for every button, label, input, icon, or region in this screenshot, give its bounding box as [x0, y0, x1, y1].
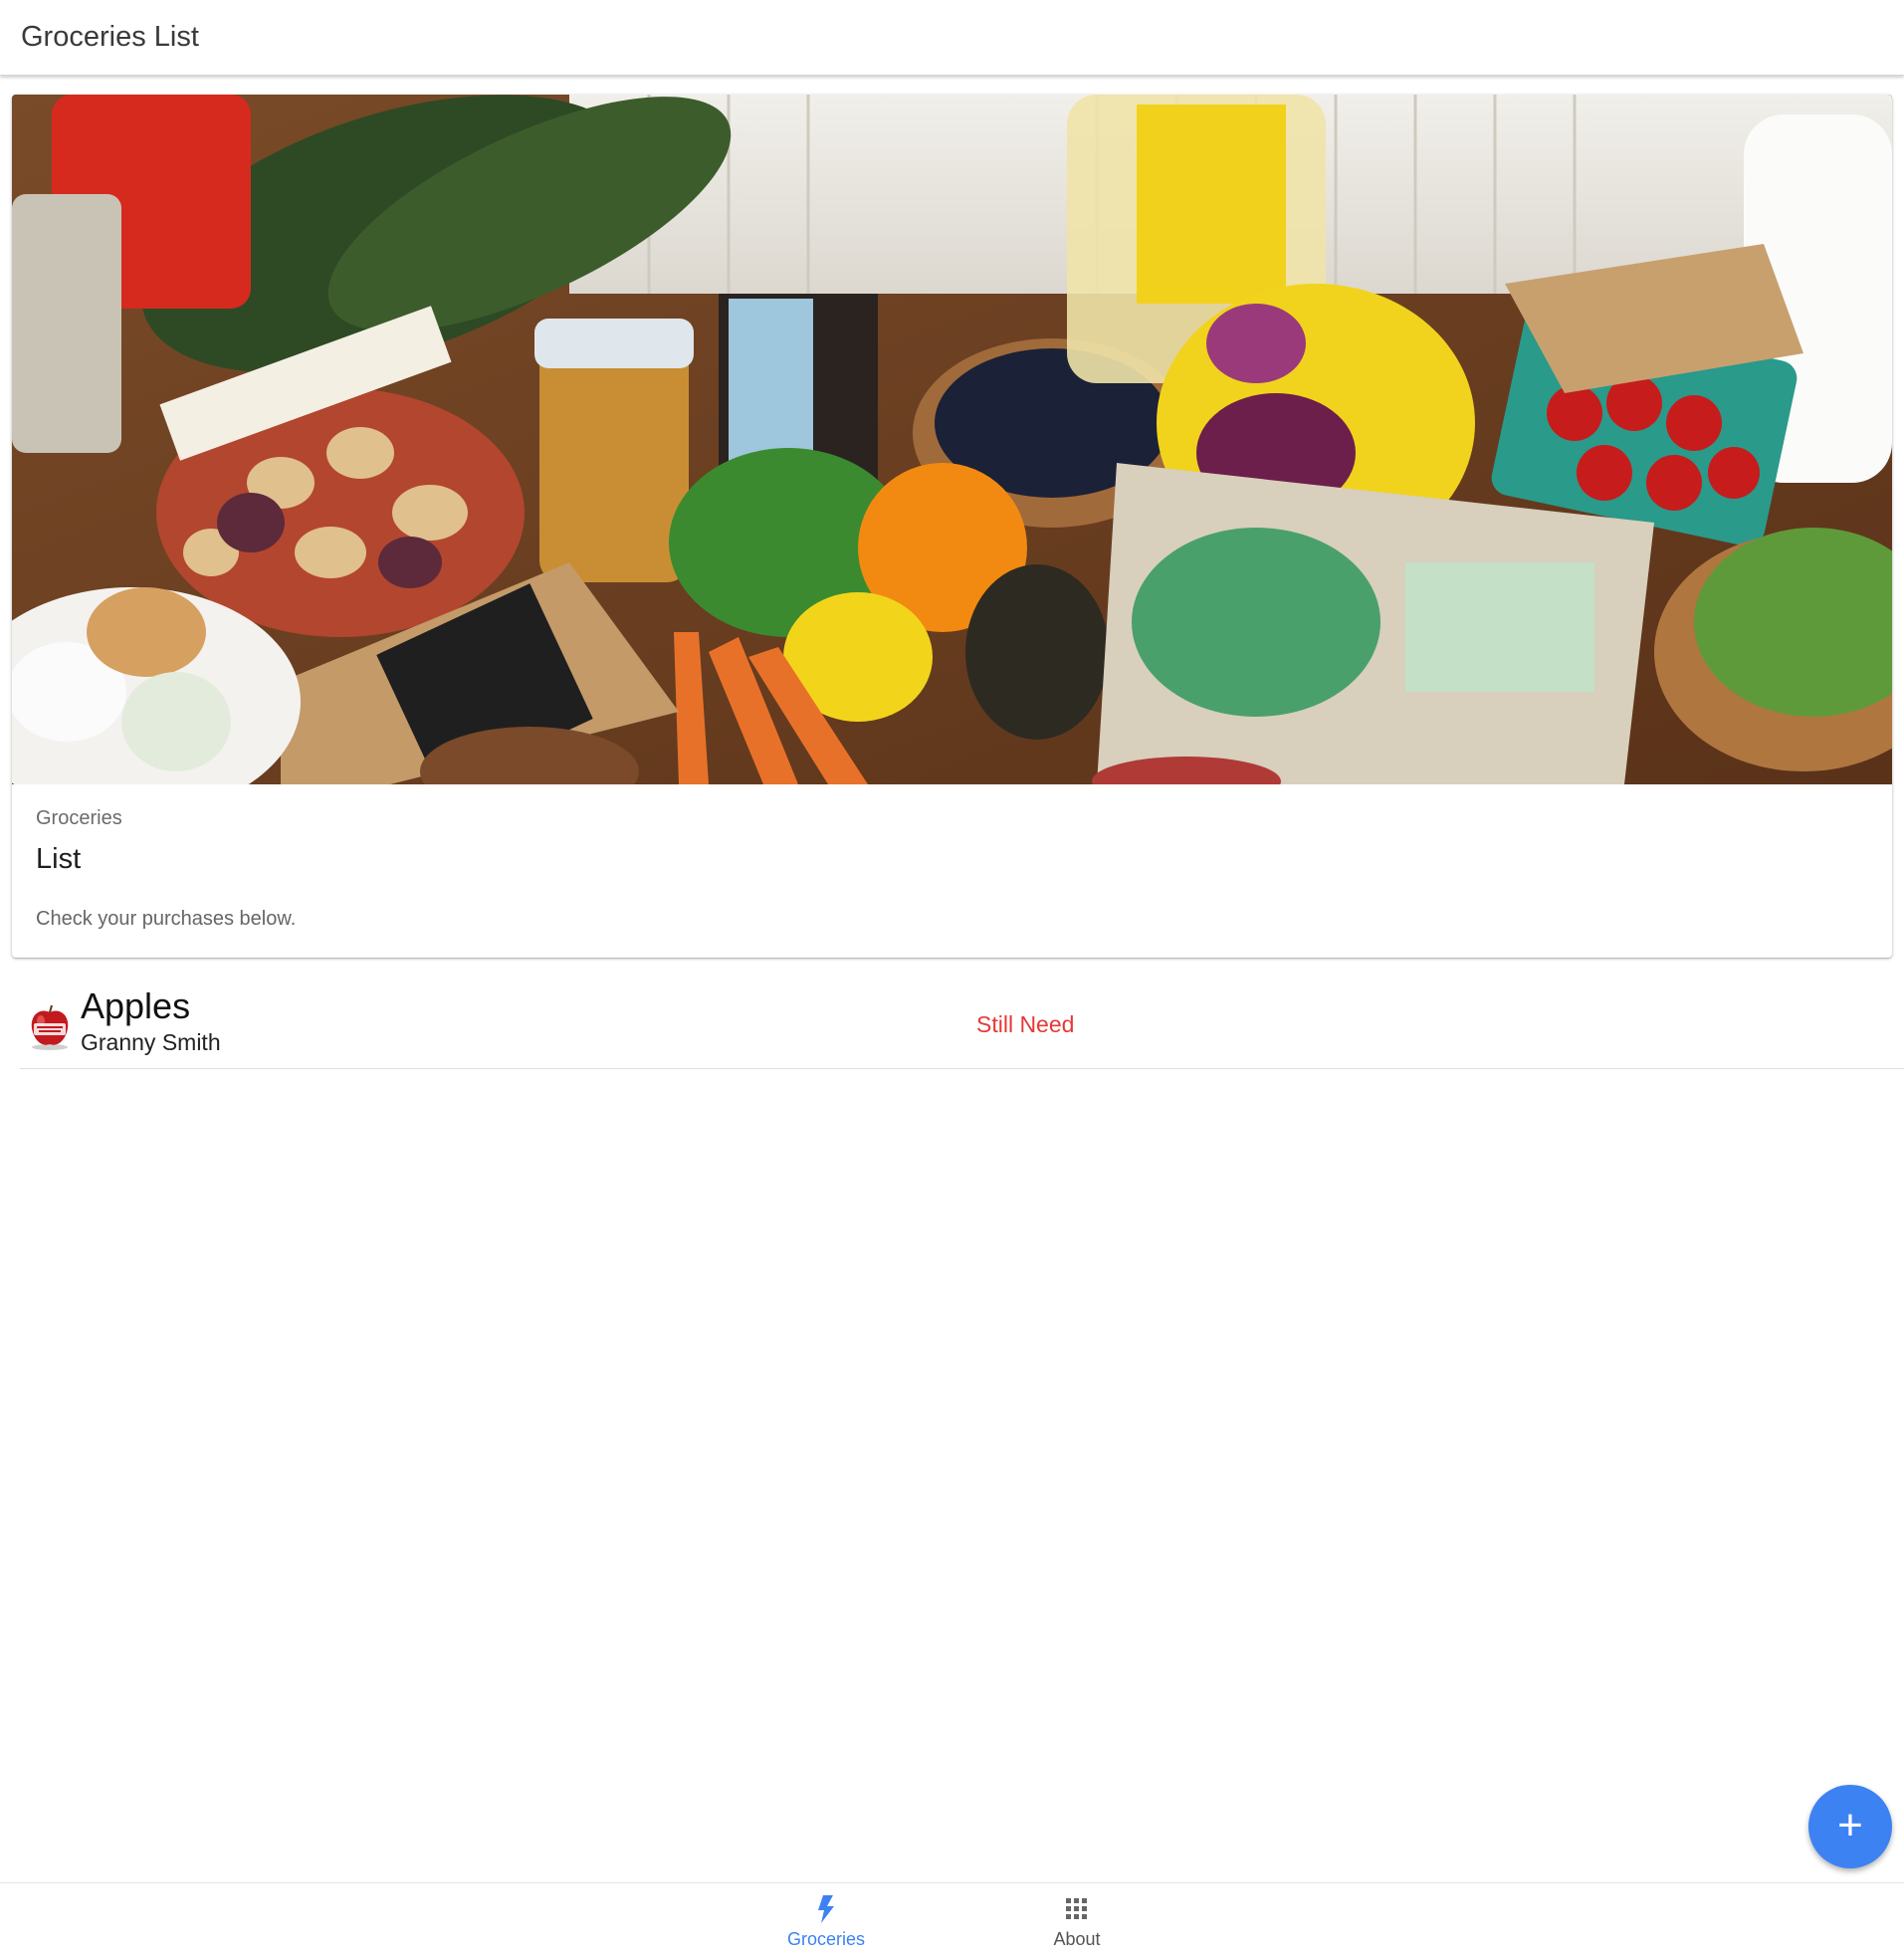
page-title: Groceries List: [21, 21, 199, 53]
apps-grid-icon: [997, 1895, 1157, 1923]
tab-about[interactable]: About: [997, 1895, 1157, 1950]
item-name: Apples: [81, 985, 191, 1026]
card-subtitle: Groceries: [36, 807, 122, 829]
list-item[interactable]: Apples Granny Smith Still Need: [20, 979, 1904, 1069]
status-label: Still Need: [976, 1011, 1075, 1037]
bottom-navigation: Groceries About: [0, 1882, 1904, 1957]
add-item-button[interactable]: +: [1808, 1785, 1892, 1868]
hero-image: [12, 95, 1892, 784]
card-text: Check your purchases below.: [36, 908, 297, 930]
flash-icon: [746, 1895, 906, 1923]
card-title: List: [36, 843, 82, 875]
tab-groceries[interactable]: Groceries: [746, 1895, 906, 1950]
item-variety: Granny Smith: [81, 1029, 221, 1055]
groceries-card: Groceries List Check your purchases belo…: [12, 95, 1892, 958]
plus-icon: +: [1837, 1800, 1863, 1849]
tab-about-label: About: [1053, 1929, 1101, 1949]
app-header: Groceries List: [0, 0, 1904, 76]
tab-groceries-label: Groceries: [786, 1929, 866, 1949]
apple-photo-coming-soon-icon: [28, 1003, 72, 1051]
